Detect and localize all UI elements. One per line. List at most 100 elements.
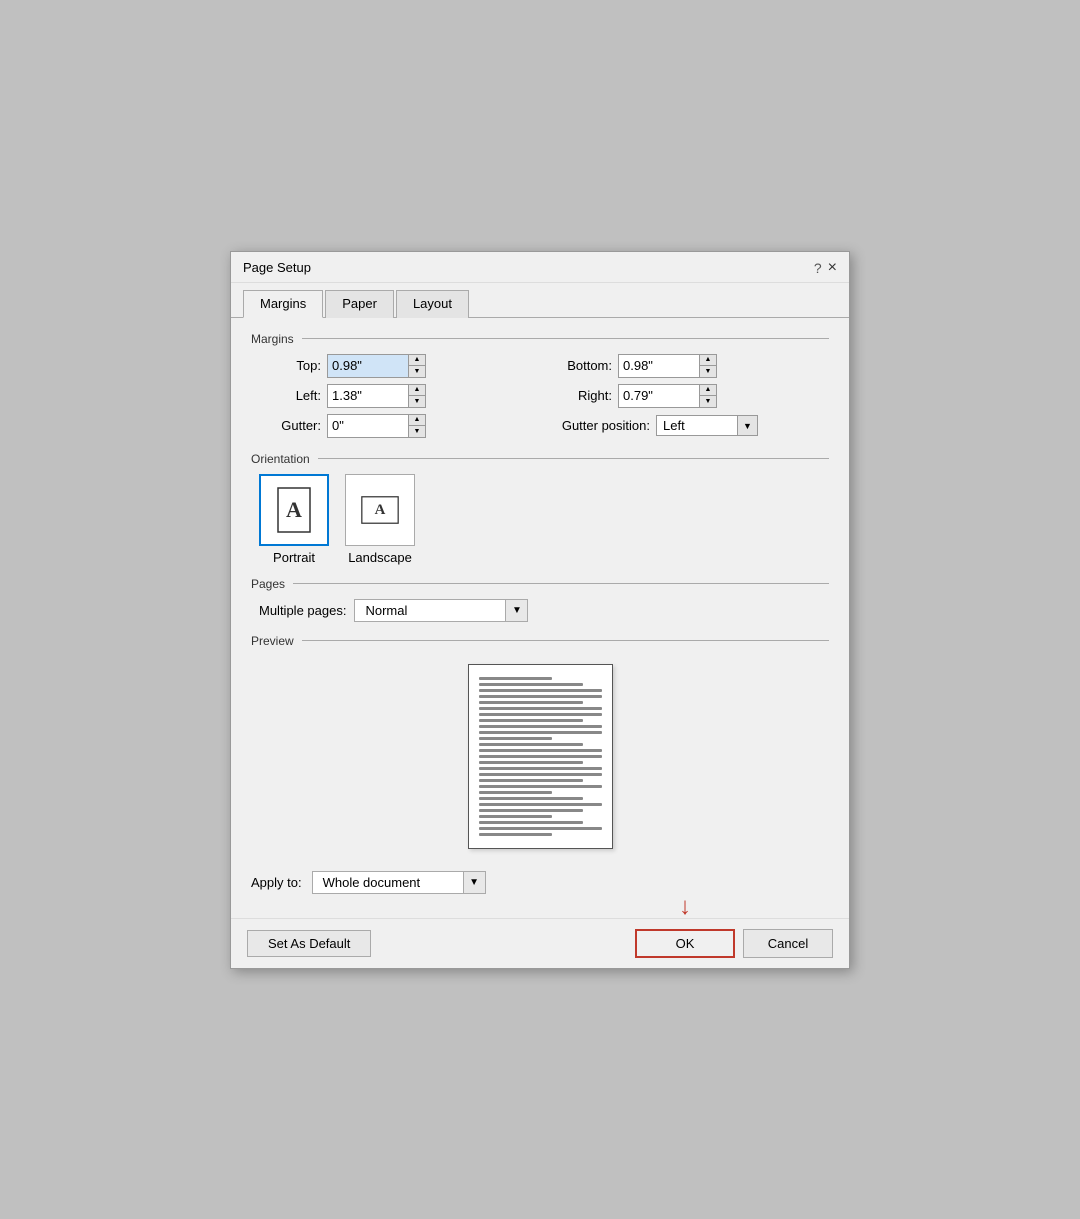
apply-to-select[interactable]: Whole document ▼	[312, 871, 486, 894]
svg-text:A: A	[375, 502, 386, 518]
orientation-header: Orientation	[251, 452, 829, 466]
right-spinner[interactable]: ▲ ▼	[618, 384, 717, 408]
preview-line-19	[479, 785, 602, 788]
footer: Set As Default ↓ OK Cancel	[231, 918, 849, 968]
portrait-svg: A	[275, 487, 313, 533]
bottom-spinner[interactable]: ▲ ▼	[618, 354, 717, 378]
preview-line-2	[479, 683, 584, 686]
svg-text:A: A	[286, 497, 302, 522]
left-spin-up[interactable]: ▲	[409, 385, 425, 396]
bottom-spin-down[interactable]: ▼	[700, 366, 716, 377]
preview-line-4	[479, 695, 602, 698]
landscape-icon: A	[345, 474, 415, 546]
multiple-pages-arrow[interactable]: ▼	[505, 600, 527, 621]
multiple-pages-select[interactable]: Normal ▼	[354, 599, 528, 622]
landscape-svg: A	[361, 487, 399, 533]
dialog-body: Margins Top: ▲ ▼ Bottom:	[231, 318, 849, 918]
preview-line-24	[479, 815, 553, 818]
preview-line-20	[479, 791, 553, 794]
left-input[interactable]	[328, 385, 408, 407]
right-spinner-buttons: ▲ ▼	[699, 385, 716, 407]
gutter-spin-up[interactable]: ▲	[409, 415, 425, 426]
gutter-pos-arrow[interactable]: ▼	[737, 416, 757, 435]
tab-paper[interactable]: Paper	[325, 290, 394, 318]
preview-line-6	[479, 707, 602, 710]
margins-header: Margins	[251, 332, 829, 346]
set-default-button[interactable]: Set As Default	[247, 930, 371, 957]
gutter-pos-dropdown[interactable]: Left ▼	[656, 415, 758, 436]
dialog-title: Page Setup	[243, 260, 311, 275]
gutter-field-row: Gutter: ▲ ▼	[259, 414, 530, 438]
preview-header: Preview	[251, 634, 829, 648]
right-spin-up[interactable]: ▲	[700, 385, 716, 396]
top-label: Top:	[259, 358, 321, 373]
help-icon[interactable]: ?	[814, 260, 822, 276]
tab-bar: Margins Paper Layout	[231, 283, 849, 318]
tab-margins[interactable]: Margins	[243, 290, 323, 318]
preview-line-14	[479, 755, 602, 758]
cancel-button[interactable]: Cancel	[743, 929, 833, 958]
gutter-spinner[interactable]: ▲ ▼	[327, 414, 426, 438]
top-spin-up[interactable]: ▲	[409, 355, 425, 366]
apply-to-row: Apply to: Whole document ▼	[251, 871, 829, 894]
gutter-spinner-buttons: ▲ ▼	[408, 415, 425, 437]
close-icon[interactable]: ×	[828, 260, 837, 276]
gutter-pos-field-row: Gutter position: Left ▼	[550, 414, 821, 438]
tab-layout[interactable]: Layout	[396, 290, 469, 318]
apply-to-arrow[interactable]: ▼	[463, 872, 485, 893]
top-input[interactable]	[328, 355, 408, 377]
preview-line-11	[479, 737, 553, 740]
ok-arrow-icon: ↓	[679, 895, 691, 919]
title-bar: Page Setup ? ×	[231, 252, 849, 283]
preview-line-13	[479, 749, 602, 752]
preview-section: Preview	[251, 634, 829, 857]
orientation-section: Orientation A Portrait	[251, 452, 829, 565]
left-field-row: Left: ▲ ▼	[259, 384, 530, 408]
bottom-spinner-buttons: ▲ ▼	[699, 355, 716, 377]
page-setup-dialog: Page Setup ? × Margins Paper Layout Marg…	[230, 251, 850, 969]
margins-section: Margins Top: ▲ ▼ Bottom:	[251, 332, 829, 438]
bottom-spin-up[interactable]: ▲	[700, 355, 716, 366]
preview-page	[468, 664, 613, 849]
preview-line-27	[479, 833, 553, 836]
preview-line-18	[479, 779, 584, 782]
bottom-field-row: Bottom: ▲ ▼	[550, 354, 821, 378]
landscape-label: Landscape	[348, 550, 412, 565]
pages-section: Pages Multiple pages: Normal ▼	[251, 577, 829, 622]
left-label: Left:	[259, 388, 321, 403]
right-field-row: Right: ▲ ▼	[550, 384, 821, 408]
right-spin-down[interactable]: ▼	[700, 396, 716, 407]
bottom-input[interactable]	[619, 355, 699, 377]
orientation-buttons: A Portrait A Landscape	[251, 474, 829, 565]
preview-line-7	[479, 713, 602, 716]
apply-to-value: Whole document	[313, 872, 463, 893]
preview-line-16	[479, 767, 602, 770]
preview-line-23	[479, 809, 584, 812]
top-spinner[interactable]: ▲ ▼	[327, 354, 426, 378]
gutter-input[interactable]	[328, 415, 408, 437]
landscape-option[interactable]: A Landscape	[345, 474, 415, 565]
ok-button[interactable]: ↓ OK	[635, 929, 735, 958]
multiple-pages-value: Normal	[355, 600, 505, 621]
preview-line-3	[479, 689, 602, 692]
right-input[interactable]	[619, 385, 699, 407]
preview-line-1	[479, 677, 553, 680]
portrait-icon: A	[259, 474, 329, 546]
pages-header: Pages	[251, 577, 829, 591]
preview-line-15	[479, 761, 584, 764]
right-label: Right:	[550, 388, 612, 403]
left-spinner[interactable]: ▲ ▼	[327, 384, 426, 408]
preview-line-25	[479, 821, 584, 824]
multiple-pages-label: Multiple pages:	[259, 603, 346, 618]
preview-line-9	[479, 725, 602, 728]
portrait-label: Portrait	[273, 550, 315, 565]
title-bar-controls: ? ×	[814, 260, 837, 276]
top-spin-down[interactable]: ▼	[409, 366, 425, 377]
left-spinner-buttons: ▲ ▼	[408, 385, 425, 407]
gutter-spin-down[interactable]: ▼	[409, 426, 425, 437]
preview-line-22	[479, 803, 602, 806]
portrait-option[interactable]: A Portrait	[259, 474, 329, 565]
apply-to-label: Apply to:	[251, 875, 302, 890]
left-spin-down[interactable]: ▼	[409, 396, 425, 407]
bottom-label: Bottom:	[550, 358, 612, 373]
